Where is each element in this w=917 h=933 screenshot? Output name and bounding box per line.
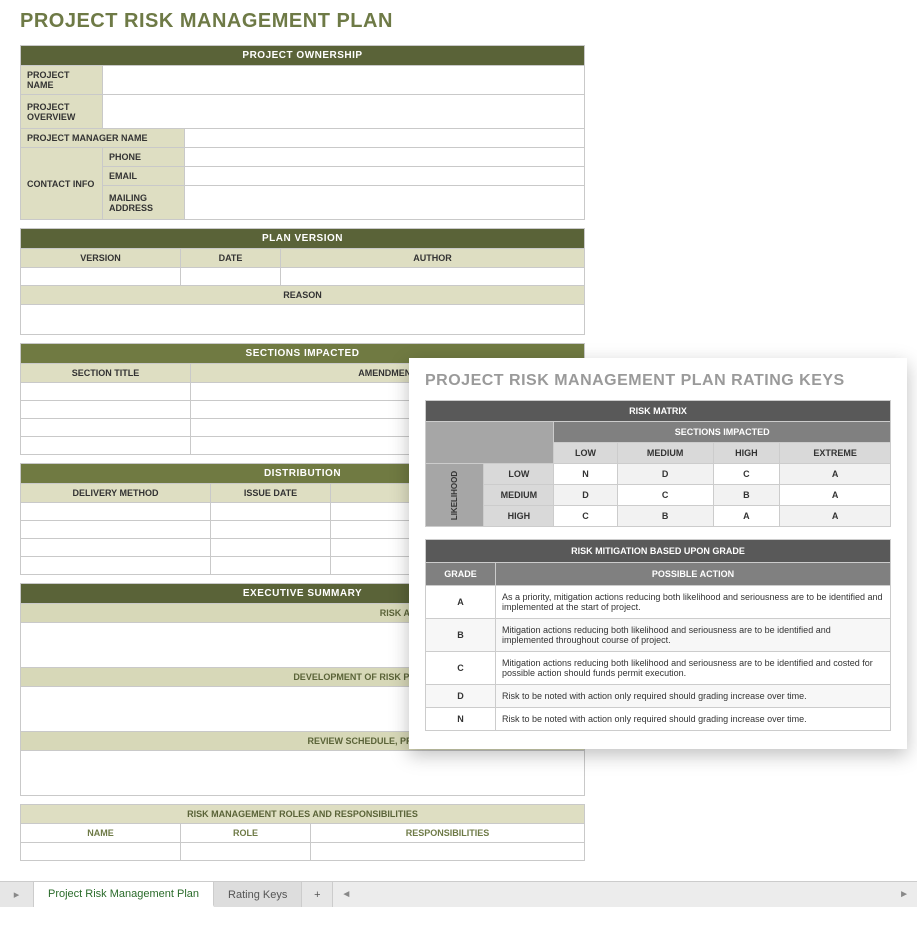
roles-table: RISK MANAGEMENT ROLES AND RESPONSIBILITI…: [20, 804, 585, 861]
matrix-cell: A: [780, 464, 891, 485]
label-pm-name: PROJECT MANAGER NAME: [21, 129, 185, 148]
field-project-name[interactable]: [103, 66, 585, 95]
table-row[interactable]: [21, 383, 191, 401]
matrix-header: RISK MATRIX: [426, 401, 891, 422]
matrix-sub-header: SECTIONS IMPACTED: [554, 422, 891, 443]
matrix-cell: D: [617, 464, 713, 485]
ownership-table: PROJECT OWNERSHIP PROJECT NAME PROJECT O…: [20, 45, 585, 220]
label-reason: REASON: [21, 286, 585, 305]
col-author: AUTHOR: [281, 249, 585, 268]
matrix-col-high: HIGH: [713, 443, 779, 464]
col-delivery-method: DELIVERY METHOD: [21, 484, 211, 503]
table-row[interactable]: [21, 539, 211, 557]
mitigation-header: RISK MITIGATION BASED UPON GRADE: [426, 540, 891, 563]
action-cell: As a priority, mitigation actions reduci…: [496, 586, 891, 619]
label-mailing: MAILING ADDRESS: [103, 186, 185, 220]
matrix-cell: A: [780, 506, 891, 527]
mitigation-table: RISK MITIGATION BASED UPON GRADE GRADE P…: [425, 539, 891, 731]
label-project-name: PROJECT NAME: [21, 66, 103, 95]
plan-version-header: PLAN VERSION: [21, 229, 585, 249]
table-row[interactable]: [21, 437, 191, 455]
table-row[interactable]: [211, 503, 331, 521]
roles-header: RISK MANAGEMENT ROLES AND RESPONSIBILITI…: [21, 805, 585, 824]
matrix-cell: D: [554, 485, 617, 506]
matrix-col-extreme: EXTREME: [780, 443, 891, 464]
action-cell: Mitigation actions reducing both likelih…: [496, 652, 891, 685]
col-version: VERSION: [21, 249, 181, 268]
field-exec-3[interactable]: [21, 751, 585, 796]
plan-version-table: PLAN VERSION VERSION DATE AUTHOR REASON: [20, 228, 585, 335]
matrix-cell: B: [617, 506, 713, 527]
cell-version[interactable]: [21, 268, 181, 286]
rating-keys-overlay: PROJECT RISK MANAGEMENT PLAN RATING KEYS…: [409, 358, 907, 749]
label-phone: PHONE: [103, 148, 185, 167]
tab-rating-keys[interactable]: Rating Keys: [214, 882, 302, 907]
matrix-cell: A: [713, 506, 779, 527]
matrix-cell: B: [713, 485, 779, 506]
grade-cell: B: [426, 619, 496, 652]
sheet-tabs: ▸ Project Risk Management Plan Rating Ke…: [0, 881, 917, 907]
table-row[interactable]: [211, 539, 331, 557]
field-pm-name[interactable]: [185, 129, 585, 148]
table-row[interactable]: [181, 843, 311, 861]
table-row[interactable]: [21, 843, 181, 861]
table-row[interactable]: [311, 843, 585, 861]
matrix-col-medium: MEDIUM: [617, 443, 713, 464]
grade-cell: N: [426, 708, 496, 731]
table-row[interactable]: [21, 557, 211, 575]
grade-cell: D: [426, 685, 496, 708]
col-name: NAME: [21, 824, 181, 843]
field-reason[interactable]: [21, 305, 585, 335]
col-role: ROLE: [181, 824, 311, 843]
horizontal-scrollbar[interactable]: ◄ ►: [332, 882, 917, 907]
matrix-cell: N: [554, 464, 617, 485]
scroll-right-icon[interactable]: ►: [895, 889, 913, 900]
grade-cell: A: [426, 586, 496, 619]
col-responsibilities: RESPONSIBILITIES: [311, 824, 585, 843]
table-row[interactable]: [21, 521, 211, 539]
ownership-header: PROJECT OWNERSHIP: [21, 46, 585, 66]
table-row[interactable]: [21, 419, 191, 437]
matrix-cell: C: [617, 485, 713, 506]
field-project-overview[interactable]: [103, 95, 585, 129]
add-sheet-button[interactable]: +: [302, 882, 332, 907]
table-row[interactable]: [21, 401, 191, 419]
label-contact-info: CONTACT INFO: [21, 148, 103, 220]
scroll-left-icon[interactable]: ◄: [337, 889, 355, 900]
matrix-corner: [426, 422, 554, 464]
tab-nav-prev-icon[interactable]: ▸: [0, 882, 34, 907]
cell-author[interactable]: [281, 268, 585, 286]
col-action: POSSIBLE ACTION: [496, 563, 891, 586]
field-mailing[interactable]: [185, 186, 585, 220]
field-email[interactable]: [185, 167, 585, 186]
table-row[interactable]: [211, 521, 331, 539]
table-row[interactable]: [21, 503, 211, 521]
risk-matrix-table: RISK MATRIX SECTIONS IMPACTED LOW MEDIUM…: [425, 400, 891, 527]
page-title: PROJECT RISK MANAGEMENT PLAN: [20, 10, 897, 33]
field-phone[interactable]: [185, 148, 585, 167]
col-issue-date: ISSUE DATE: [211, 484, 331, 503]
matrix-cell: C: [554, 506, 617, 527]
matrix-row-low: LOW: [484, 464, 554, 485]
grade-cell: C: [426, 652, 496, 685]
action-cell: Mitigation actions reducing both likelih…: [496, 619, 891, 652]
matrix-side-label: LIKELIHOOD: [426, 464, 484, 527]
col-section-title: SECTION TITLE: [21, 364, 191, 383]
tab-project-risk-plan[interactable]: Project Risk Management Plan: [34, 882, 214, 907]
col-grade: GRADE: [426, 563, 496, 586]
label-email: EMAIL: [103, 167, 185, 186]
matrix-col-low: LOW: [554, 443, 617, 464]
action-cell: Risk to be noted with action only requir…: [496, 708, 891, 731]
matrix-cell: C: [713, 464, 779, 485]
matrix-row-medium: MEDIUM: [484, 485, 554, 506]
col-date: DATE: [181, 249, 281, 268]
cell-date[interactable]: [181, 268, 281, 286]
matrix-row-high: HIGH: [484, 506, 554, 527]
label-project-overview: PROJECT OVERVIEW: [21, 95, 103, 129]
matrix-cell: A: [780, 485, 891, 506]
table-row[interactable]: [211, 557, 331, 575]
action-cell: Risk to be noted with action only requir…: [496, 685, 891, 708]
overlay-title: PROJECT RISK MANAGEMENT PLAN RATING KEYS: [425, 372, 891, 390]
